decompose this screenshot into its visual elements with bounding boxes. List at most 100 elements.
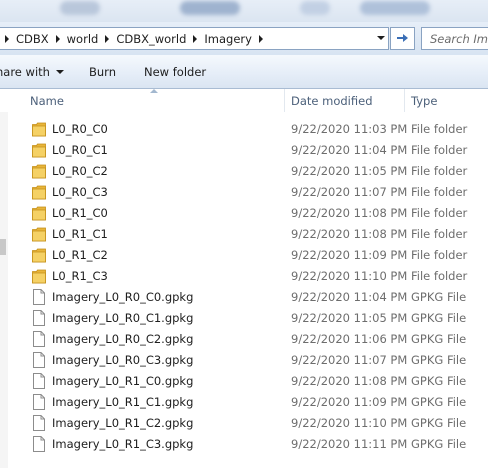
file-row[interactable]: Imagery_L0_R0_C3.gpkg 9/22/2020 11:07 PM G… xyxy=(0,350,488,371)
breadcrumb-item[interactable]: CDBX_world xyxy=(114,32,193,46)
file-icon xyxy=(32,436,46,452)
file-name: L0_R0_C2 xyxy=(52,164,108,178)
file-name: Imagery_L0_R0_C0.gpkg xyxy=(52,290,194,304)
file-name: Imagery_L0_R0_C2.gpkg xyxy=(52,332,194,346)
file-icon xyxy=(32,394,46,410)
file-row[interactable]: L0_R1_C3 9/22/2020 11:10 PM File folder xyxy=(0,266,488,287)
file-row[interactable]: Imagery_L0_R1_C1.gpkg 9/22/2020 11:09 PM G… xyxy=(0,392,488,413)
file-date-modified: 9/22/2020 11:05 PM xyxy=(291,164,408,178)
file-row[interactable]: L0_R0_C0 9/22/2020 11:03 PM File folder xyxy=(0,119,488,140)
breadcrumb-item[interactable]: CDBX xyxy=(14,32,56,46)
column-divider[interactable] xyxy=(404,89,405,112)
file-type: GPKG File xyxy=(411,437,467,451)
file-row[interactable]: Imagery_L0_R1_C0.gpkg 9/22/2020 11:08 PM G… xyxy=(0,371,488,392)
folder-icon xyxy=(32,184,46,200)
column-header-type[interactable]: Type xyxy=(411,94,437,108)
file-row[interactable]: L0_R0_C2 9/22/2020 11:05 PM File folder xyxy=(0,161,488,182)
file-row[interactable]: L0_R1_C0 9/22/2020 11:08 PM File folder xyxy=(0,203,488,224)
column-header-name[interactable]: Name xyxy=(30,94,64,108)
file-name: Imagery_L0_R1_C0.gpkg xyxy=(52,374,194,388)
file-type: GPKG File xyxy=(411,374,467,388)
file-name: L0_R0_C3 xyxy=(52,185,108,199)
breadcrumb-separator-arrow[interactable] xyxy=(258,34,263,43)
file-row[interactable]: Imagery_L0_R0_C2.gpkg 9/22/2020 11:06 PM G… xyxy=(0,329,488,350)
file-date-modified: 9/22/2020 11:06 PM xyxy=(291,332,408,346)
breadcrumb-separator-arrow[interactable] xyxy=(105,34,110,43)
breadcrumb: CDBX world CDBX_world Imagery xyxy=(14,28,268,49)
column-divider[interactable] xyxy=(284,89,285,112)
folder-icon xyxy=(32,247,46,263)
file-type: File folder xyxy=(411,143,468,157)
file-date-modified: 9/22/2020 11:09 PM xyxy=(291,248,408,262)
file-date-modified: 9/22/2020 11:08 PM xyxy=(291,227,408,241)
blurred-region xyxy=(180,1,240,15)
file-name: L0_R1_C3 xyxy=(52,269,108,283)
file-date-modified: 9/22/2020 11:10 PM xyxy=(291,416,408,430)
file-row[interactable]: L0_R0_C1 9/22/2020 11:04 PM File folder xyxy=(0,140,488,161)
file-date-modified: 9/22/2020 11:03 PM xyxy=(291,122,408,136)
search-input[interactable] xyxy=(430,31,488,46)
file-type: File folder xyxy=(411,248,468,262)
file-type: GPKG File xyxy=(411,416,467,430)
file-row[interactable]: L0_R0_C3 9/22/2020 11:07 PM File folder xyxy=(0,182,488,203)
blurred-region xyxy=(300,1,330,15)
file-name: L0_R0_C1 xyxy=(52,143,108,157)
blurred-region xyxy=(360,1,430,15)
file-name: Imagery_L0_R0_C1.gpkg xyxy=(52,311,194,325)
file-row[interactable]: L0_R1_C2 9/22/2020 11:09 PM File folder xyxy=(0,245,488,266)
folder-icon xyxy=(32,226,46,242)
breadcrumb-separator-arrow[interactable] xyxy=(55,34,60,43)
file-type: File folder xyxy=(411,269,468,283)
breadcrumb-item[interactable]: world xyxy=(65,32,106,46)
file-icon xyxy=(32,310,46,326)
search-box[interactable] xyxy=(421,27,488,50)
address-bar[interactable]: CDBX world CDBX_world Imagery xyxy=(0,27,389,50)
breadcrumb-item[interactable]: Imagery xyxy=(202,32,259,46)
column-header-row: Name Date modified Type xyxy=(0,89,488,112)
file-date-modified: 9/22/2020 11:11 PM xyxy=(291,437,408,451)
blurred-taskbar-strip xyxy=(0,0,488,22)
folder-icon xyxy=(32,268,46,284)
blurred-region xyxy=(60,1,100,15)
file-type: GPKG File xyxy=(411,353,467,367)
file-type: GPKG File xyxy=(411,290,467,304)
file-row[interactable]: Imagery_L0_R0_C0.gpkg 9/22/2020 11:04 PM G… xyxy=(0,287,488,308)
file-date-modified: 9/22/2020 11:07 PM xyxy=(291,353,408,367)
file-type: GPKG File xyxy=(411,395,467,409)
file-name: Imagery_L0_R1_C3.gpkg xyxy=(52,437,194,451)
file-type: File folder xyxy=(411,122,468,136)
refresh-button[interactable] xyxy=(390,27,415,50)
file-type: GPKG File xyxy=(411,332,467,346)
burn-button[interactable]: Burn xyxy=(89,65,116,79)
file-name: Imagery_L0_R0_C3.gpkg xyxy=(52,353,194,367)
file-date-modified: 9/22/2020 11:08 PM xyxy=(291,206,408,220)
breadcrumb-separator-arrow[interactable] xyxy=(193,34,198,43)
file-row[interactable]: Imagery_L0_R0_C1.gpkg 9/22/2020 11:05 PM G… xyxy=(0,308,488,329)
file-name: Imagery_L0_R1_C1.gpkg xyxy=(52,395,194,409)
file-icon xyxy=(32,352,46,368)
address-dropdown-button[interactable] xyxy=(377,36,385,40)
chevron-down-icon xyxy=(55,70,64,74)
file-row[interactable]: Imagery_L0_R1_C3.gpkg 9/22/2020 11:11 PM G… xyxy=(0,434,488,455)
file-name: L0_R1_C0 xyxy=(52,206,108,220)
file-icon xyxy=(32,289,46,305)
file-row[interactable]: L0_R1_C1 9/22/2020 11:08 PM File folder xyxy=(0,224,488,245)
file-date-modified: 9/22/2020 11:07 PM xyxy=(291,185,408,199)
file-icon xyxy=(32,373,46,389)
file-list: L0_R0_C0 9/22/2020 11:03 PM File folder L0_… xyxy=(0,119,488,455)
file-type: File folder xyxy=(411,164,468,178)
file-type: GPKG File xyxy=(411,311,467,325)
breadcrumb-root-arrow[interactable] xyxy=(5,34,9,43)
folder-icon xyxy=(32,121,46,137)
column-header-date-modified[interactable]: Date modified xyxy=(291,94,373,108)
file-icon xyxy=(32,415,46,431)
file-date-modified: 9/22/2020 11:10 PM xyxy=(291,269,408,283)
new-folder-button[interactable]: New folder xyxy=(144,65,206,79)
file-row[interactable]: Imagery_L0_R1_C2.gpkg 9/22/2020 11:10 PM G… xyxy=(0,413,488,434)
file-date-modified: 9/22/2020 11:08 PM xyxy=(291,374,408,388)
refresh-icon xyxy=(396,33,408,42)
burn-label: Burn xyxy=(89,65,116,79)
file-icon xyxy=(32,331,46,347)
file-name: Imagery_L0_R1_C2.gpkg xyxy=(52,416,194,430)
share-with-button[interactable]: hare with xyxy=(0,65,64,79)
